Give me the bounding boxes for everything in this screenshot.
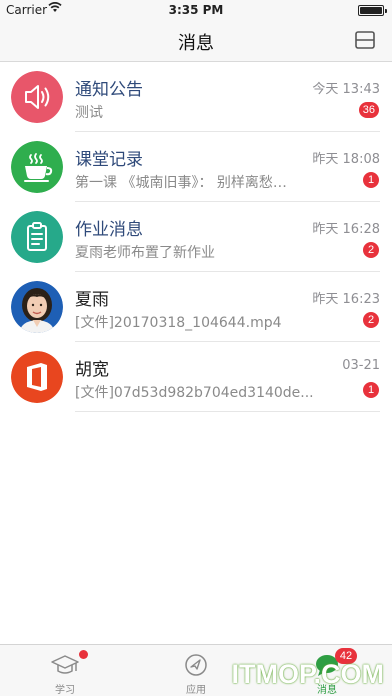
tab-label: 应用	[186, 685, 206, 696]
notification-dot	[79, 650, 88, 659]
list-item-contact-xiayu[interactable]: 夏雨 昨天 16:23 [文件]20170318_104644.mp4 2	[0, 272, 392, 342]
compass-icon	[184, 653, 208, 681]
message-time: 昨天 16:23	[312, 292, 380, 307]
tab-apps[interactable]: 应用	[131, 645, 261, 696]
page-title: 消息	[178, 33, 214, 54]
battery-icon	[358, 5, 387, 16]
office-icon	[11, 351, 63, 403]
message-preview: [文件]20170318_104644.mp4	[75, 315, 282, 331]
graduation-cap-icon	[50, 653, 80, 681]
tab-label: 消息	[317, 685, 337, 696]
unread-badge: 42	[335, 648, 357, 664]
list-card-icon	[355, 31, 375, 49]
message-title: 夏雨	[75, 290, 109, 310]
message-preview: [文件]07d53d982b704ed3140de...	[75, 385, 314, 401]
unread-badge: 2	[363, 242, 379, 258]
status-time: 3:35 PM	[168, 3, 224, 17]
message-time: 今天 13:43	[312, 82, 380, 97]
tab-study[interactable]: 学习	[0, 645, 130, 696]
tab-messages[interactable]: 42 消息	[262, 645, 392, 696]
list-item-class-record[interactable]: 课堂记录 昨天 18:08 第一课 《城南旧事》： 别样离愁… 1	[0, 132, 392, 202]
tab-label: 学习	[55, 685, 75, 696]
message-time: 昨天 16:28	[312, 222, 380, 237]
message-title: 通知公告	[75, 80, 143, 100]
avatar	[11, 281, 63, 333]
message-preview: 测试	[75, 105, 103, 121]
message-time: 昨天 18:08	[312, 152, 380, 167]
contacts-button[interactable]	[354, 29, 376, 51]
status-bar: Carrier 3:35 PM	[0, 0, 392, 20]
list-item-homework[interactable]: 作业消息 昨天 16:28 夏雨老师布置了新作业 2	[0, 202, 392, 272]
speaker-icon	[11, 71, 63, 123]
message-title: 课堂记录	[75, 150, 143, 170]
divider	[75, 411, 380, 412]
unread-badge: 1	[363, 382, 379, 398]
message-title: 作业消息	[75, 220, 143, 240]
message-preview: 第一课 《城南旧事》： 别样离愁…	[75, 175, 287, 191]
message-time: 03-21	[342, 358, 380, 373]
message-preview: 夏雨老师布置了新作业	[75, 245, 215, 261]
unread-badge: 36	[358, 102, 379, 118]
list-item-notice[interactable]: 通知公告 今天 13:43 测试 36	[0, 62, 392, 132]
navigation-bar: 消息	[0, 20, 392, 62]
list-item-contact-hukuan[interactable]: 胡宽 03-21 [文件]07d53d982b704ed3140de... 1	[0, 342, 392, 412]
message-title: 胡宽	[75, 360, 109, 380]
clipboard-icon	[11, 211, 63, 263]
unread-badge: 1	[363, 172, 379, 188]
message-list: 通知公告 今天 13:43 测试 36 课堂记录 昨天 18:08 第一课 《城…	[0, 62, 392, 412]
tab-bar: 学习 应用 42 消息	[0, 644, 392, 696]
coffee-cup-icon	[11, 141, 63, 193]
unread-badge: 2	[363, 312, 379, 328]
